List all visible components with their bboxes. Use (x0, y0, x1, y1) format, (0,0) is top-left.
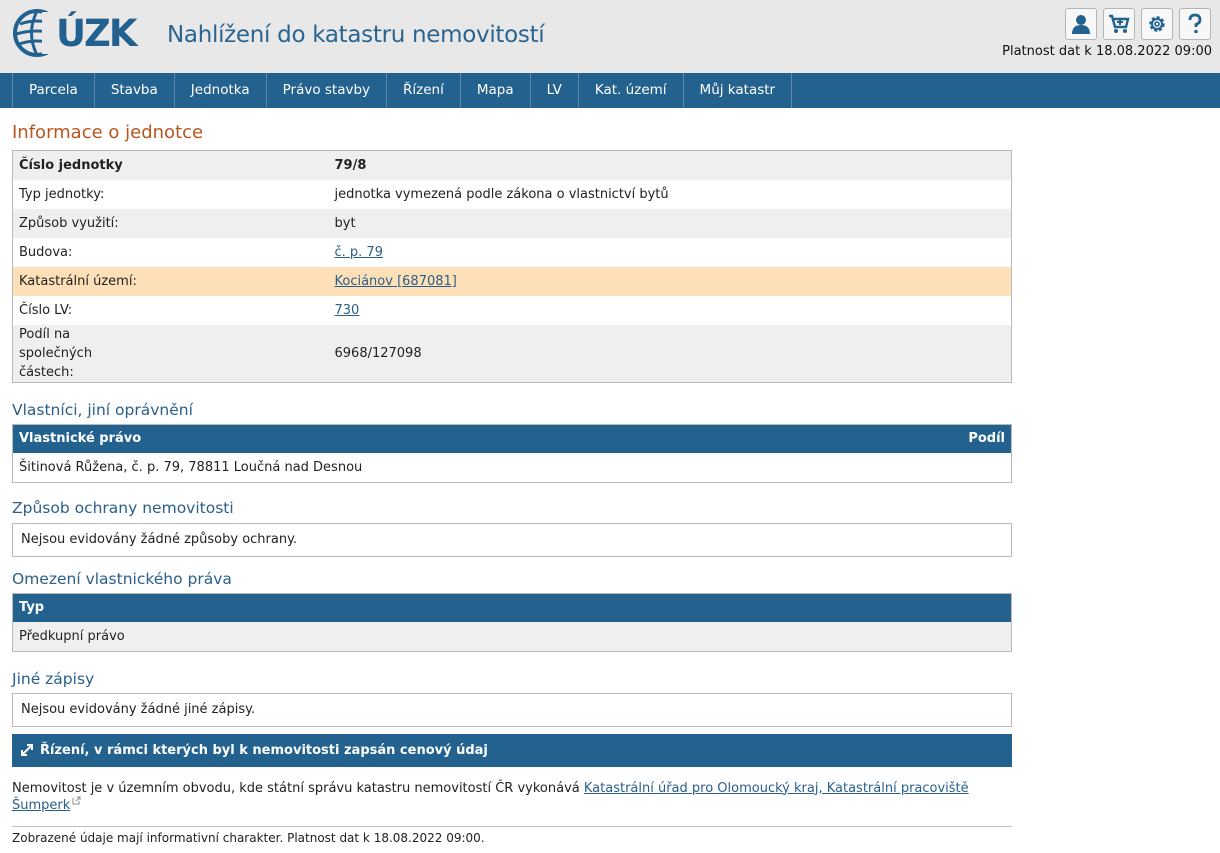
nav-item-stavba[interactable]: Stavba (95, 73, 175, 108)
expand-icon (21, 744, 33, 756)
cadastral-area-link[interactable]: Kociánov [687081] (335, 274, 457, 289)
main-nav: Parcela Stavba Jednotka Právo stavby Říz… (0, 73, 1220, 108)
other-box: Nejsou evidovány žádné jiné zápisy. (12, 692, 1012, 727)
header-toolbar (1065, 8, 1211, 40)
owners-table: Vlastnické právo Podíl Šitinová Růžena, … (12, 423, 1012, 483)
nav-item-parcela[interactable]: Parcela (13, 73, 95, 108)
globe-logo-icon (13, 9, 62, 57)
cuzk-logo[interactable]: ÚZK (12, 7, 138, 59)
info-label: Podíl na společných částech: (12, 324, 329, 382)
info-value: jednotka vymezená podle zákona o vlastni… (328, 179, 1012, 209)
data-validity: Platnost dat k 18.08.2022 09:00 (1002, 44, 1212, 59)
info-value: byt (328, 208, 1012, 238)
restriction-heading: Omezení vlastnického práva (12, 569, 232, 588)
owners-heading: Vlastníci, jiní oprávnění (12, 400, 193, 419)
user-button[interactable] (1065, 8, 1097, 40)
nav-item-jednotka[interactable]: Jednotka (175, 73, 267, 108)
info-row: Podíl na společných částech: 6968/127098 (12, 324, 1012, 382)
owner-share (890, 453, 1011, 482)
info-value: 730 (328, 295, 1012, 325)
info-row: Budova: č. p. 79 (12, 237, 1012, 267)
col-header-owner: Vlastnické právo (12, 424, 891, 453)
table-header-row: Typ (12, 593, 1012, 622)
info-value: 79/8 (328, 150, 1012, 180)
info-row: Katastrální území: Kociánov [687081] (12, 266, 1012, 296)
table-header-row: Vlastnické právo Podíl (12, 424, 1012, 453)
footer-divider (12, 825, 1012, 827)
proceedings-toggle[interactable]: Řízení, v rámci kterých byl k nemovitost… (12, 733, 1012, 767)
office-note-text: Nemovitost je v územním obvodu, kde stát… (12, 780, 584, 796)
info-label: Typ jednotky: (12, 179, 329, 209)
help-button[interactable] (1179, 8, 1211, 40)
info-label: Způsob využití: (12, 208, 329, 238)
info-row: Typ jednotky: jednotka vymezená podle zá… (12, 179, 1012, 209)
table-row: Šitinová Růžena, č. p. 79, 78811 Loučná … (13, 453, 1012, 482)
protection-heading: Způsob ochrany nemovitosti (12, 498, 234, 517)
page-header: ÚZK Nahlížení do katastru nemovitostí Pl… (0, 0, 1220, 73)
app-title: Nahlížení do katastru nemovitostí (167, 22, 545, 48)
info-value: č. p. 79 (328, 237, 1012, 267)
building-link[interactable]: č. p. 79 (335, 245, 383, 260)
external-link-icon (72, 796, 81, 804)
restriction-type: Předkupní právo (12, 622, 1012, 651)
other-heading: Jiné zápisy (12, 669, 95, 688)
nav-item-mapa[interactable]: Mapa (461, 73, 531, 108)
info-label: Číslo LV: (12, 295, 329, 325)
settings-button[interactable] (1141, 8, 1173, 40)
share-label: Podíl na společných částech: (19, 326, 93, 380)
col-header-type: Typ (12, 593, 1012, 622)
unit-info-table: Číslo jednotky 79/8 Typ jednotky: jednot… (12, 150, 1012, 383)
info-row: Číslo jednotky 79/8 (12, 150, 1012, 180)
col-header-share: Podíl (890, 424, 1012, 453)
info-label: Číslo jednotky (12, 150, 329, 180)
proceedings-label: Řízení, v rámci kterých byl k nemovitost… (40, 742, 488, 758)
nav-item-kat-uzemi[interactable]: Kat. území (579, 73, 684, 108)
logo-text: ÚZK (56, 11, 138, 55)
gear-icon (1149, 16, 1165, 32)
user-icon (1072, 15, 1090, 34)
help-icon (1188, 13, 1202, 34)
info-value: Kociánov [687081] (328, 266, 1012, 296)
nav-item-lv[interactable]: LV (531, 73, 579, 108)
table-row: Předkupní právo (12, 622, 1012, 651)
info-label: Katastrální území: (12, 266, 329, 296)
info-row: Způsob využití: byt (12, 208, 1012, 238)
office-note: Nemovitost je v územním obvodu, kde stát… (12, 781, 1012, 813)
page-title: Informace o jednotce (12, 122, 204, 143)
restriction-table: Typ Předkupní právo (12, 592, 1012, 652)
info-row: Číslo LV: 730 (12, 295, 1012, 325)
info-value: 6968/127098 (328, 324, 1012, 382)
lv-link[interactable]: 730 (335, 303, 360, 318)
footer-text: Zobrazené údaje mají informativní charak… (12, 830, 485, 845)
nav-item-muj-katastr[interactable]: Můj katastr (684, 73, 793, 108)
main-content: Informace o jednotce Číslo jednotky 79/8… (12, 120, 1012, 845)
info-label: Budova: (12, 237, 329, 267)
nav-item-rizeni[interactable]: Řízení (387, 73, 461, 108)
owner-name: Šitinová Růžena, č. p. 79, 78811 Loučná … (19, 459, 363, 475)
nav-item-pravo-stavby[interactable]: Právo stavby (267, 73, 388, 108)
protection-box: Nejsou evidovány žádné způsoby ochrany. (12, 522, 1012, 557)
cart-button[interactable] (1103, 8, 1135, 40)
cart-icon (1109, 14, 1130, 33)
